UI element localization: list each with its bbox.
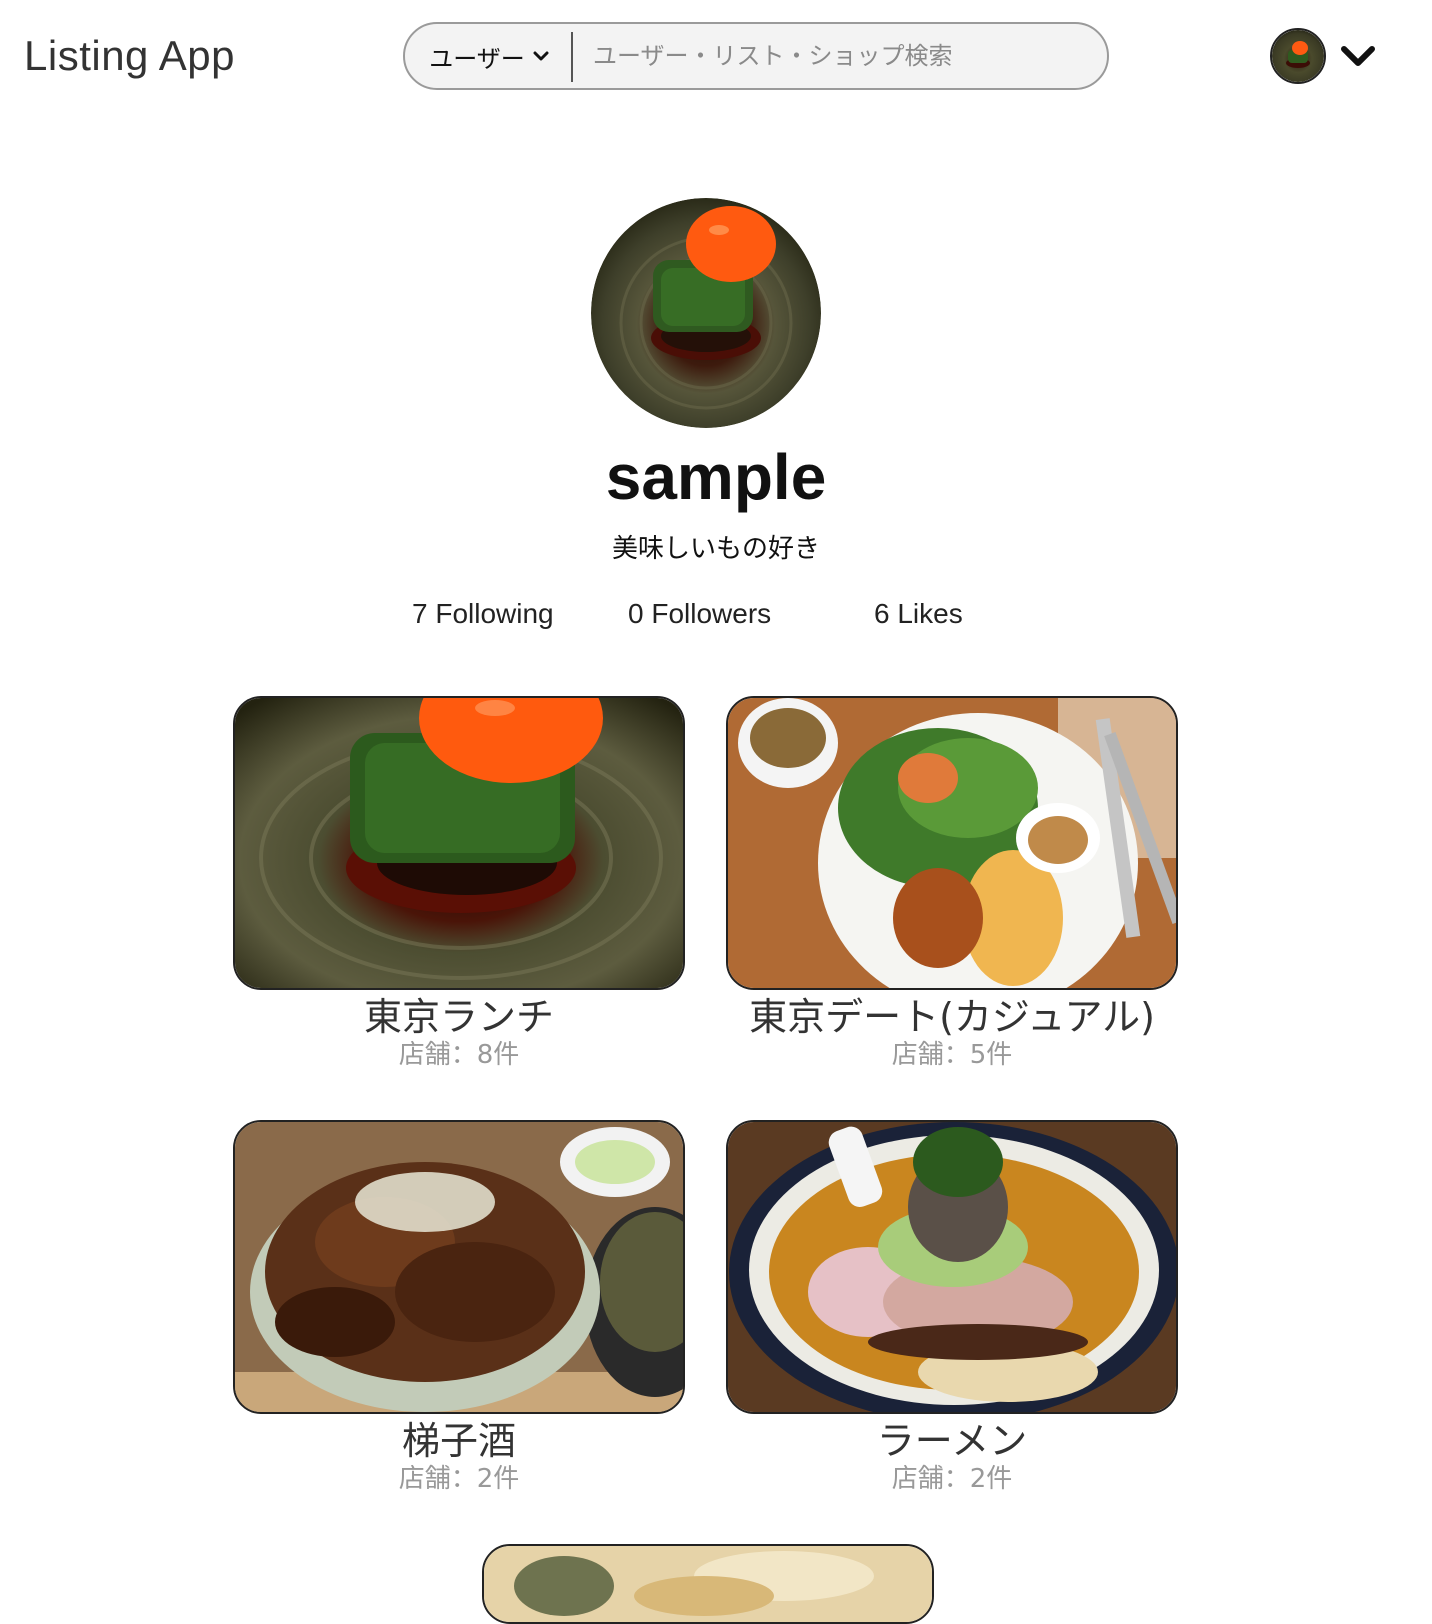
profile-avatar xyxy=(591,198,821,428)
list-card-image[interactable] xyxy=(726,696,1178,990)
likes-count[interactable]: 6 Likes xyxy=(874,598,963,630)
list-card-count: 店舗：5件 xyxy=(891,1040,1013,1070)
list-card-title[interactable]: 梯子酒 xyxy=(233,1418,685,1464)
search-divider xyxy=(571,32,573,82)
list-card-image[interactable] xyxy=(233,696,685,990)
list-card-title[interactable]: 東京デート(カジュアル) xyxy=(726,994,1178,1040)
search-type-value: ユーザー xyxy=(429,44,525,73)
list-card-image[interactable] xyxy=(233,1120,685,1414)
search-type-select[interactable]: ユーザー xyxy=(405,24,573,88)
list-card-count: 店舗：2件 xyxy=(891,1464,1013,1494)
app-title[interactable]: Listing App xyxy=(24,32,235,80)
list-card-count: 店舗：2件 xyxy=(398,1464,520,1494)
list-card-image[interactable] xyxy=(726,1120,1178,1414)
list-card[interactable]: 東京デート(カジュアル) 店舗：5件 xyxy=(726,696,1178,1070)
profile-name: sample xyxy=(605,441,827,513)
profile-stats: 7 Following 0 Followers 6 Likes xyxy=(0,598,1432,638)
search-input[interactable] xyxy=(577,24,1097,88)
top-navbar: Listing App ユーザー xyxy=(0,0,1432,120)
user-avatar[interactable] xyxy=(1270,28,1326,84)
list-card-title[interactable]: ラーメン xyxy=(726,1418,1178,1464)
followers-count[interactable]: 0 Followers xyxy=(628,598,771,630)
list-card-title[interactable]: 東京ランチ xyxy=(233,994,685,1040)
list-card[interactable]: ラーメン 店舗：2件 xyxy=(726,1120,1178,1494)
list-card[interactable]: 東京ランチ 店舗：8件 xyxy=(233,696,685,1070)
following-count[interactable]: 7 Following xyxy=(412,598,554,630)
list-card[interactable]: 梯子酒 店舗：2件 xyxy=(233,1120,685,1494)
search-bar: ユーザー xyxy=(403,22,1109,90)
list-card-count: 店舗：8件 xyxy=(398,1040,520,1070)
chevron-down-icon[interactable] xyxy=(1340,38,1376,74)
profile-bio: 美味しいもの好き xyxy=(611,534,820,564)
chevron-down-icon xyxy=(533,47,549,66)
list-card-image[interactable] xyxy=(482,1544,934,1624)
